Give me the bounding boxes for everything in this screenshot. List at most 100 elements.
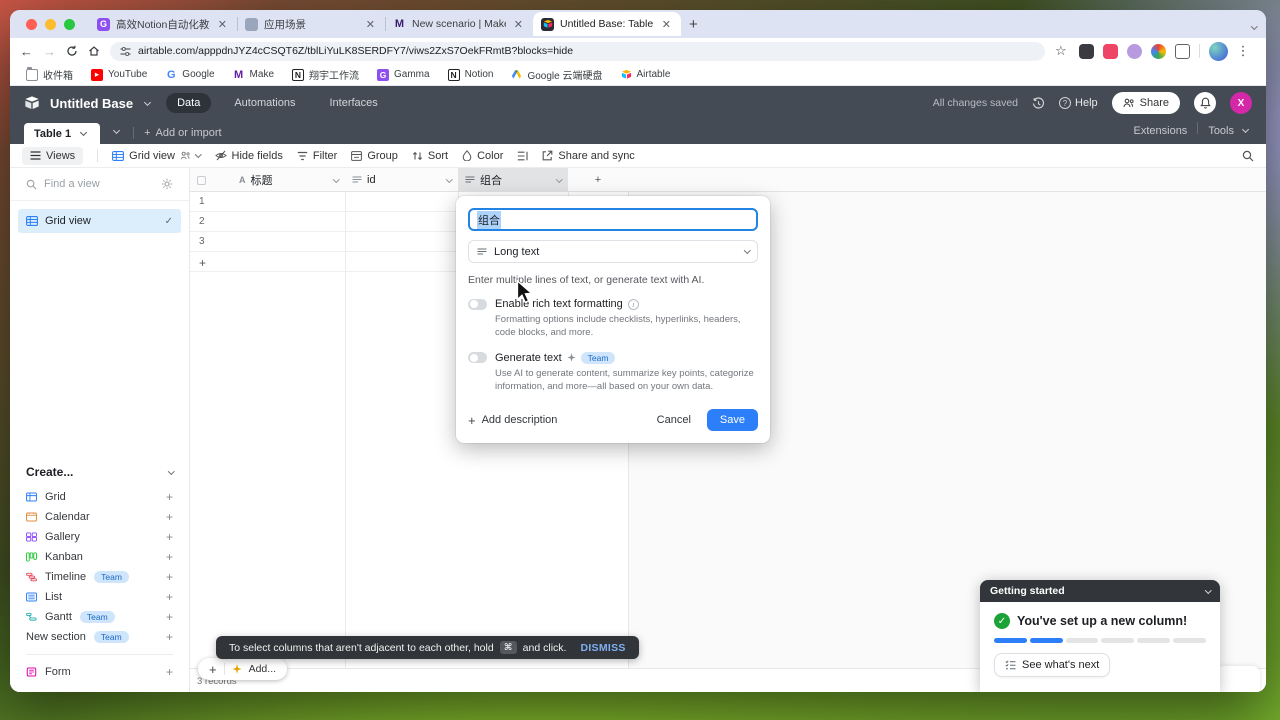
field-menu-chevron-icon[interactable] bbox=[333, 176, 339, 182]
add-view-icon[interactable]: + bbox=[166, 665, 173, 679]
extensions-button[interactable]: Extensions bbox=[1134, 125, 1188, 137]
add-view-icon[interactable]: + bbox=[166, 490, 173, 504]
gear-icon[interactable] bbox=[161, 178, 173, 190]
add-section-icon[interactable]: + bbox=[166, 630, 173, 644]
filter-button[interactable]: Filter bbox=[297, 150, 337, 162]
bookmark-youtube[interactable]: ▸YouTube bbox=[91, 69, 147, 81]
fullscreen-window-button[interactable] bbox=[64, 19, 75, 30]
create-header[interactable]: Create... bbox=[10, 465, 189, 479]
extension-icon-1[interactable] bbox=[1079, 44, 1094, 59]
tools-button[interactable]: Tools bbox=[1208, 125, 1252, 137]
share-button[interactable]: Share bbox=[1112, 92, 1180, 114]
rich-text-toggle[interactable] bbox=[468, 299, 487, 310]
generate-text-toggle[interactable] bbox=[468, 352, 487, 363]
bookmark-drive[interactable]: Google 云端硬盘 bbox=[511, 67, 602, 82]
nav-tab-interfaces[interactable]: Interfaces bbox=[318, 93, 388, 113]
close-window-button[interactable] bbox=[26, 19, 37, 30]
collapse-chevron-icon[interactable] bbox=[1205, 587, 1211, 593]
create-item-gantt[interactable]: Gantt Team + bbox=[10, 607, 189, 627]
help-button[interactable]: ?Help bbox=[1059, 97, 1098, 109]
column-header-title[interactable]: A 标题 bbox=[232, 168, 345, 192]
field-menu-chevron-icon[interactable] bbox=[556, 176, 562, 182]
browser-tab-active[interactable]: Untitled Base: Table 1 - Airta ✕ bbox=[533, 12, 681, 36]
extensions-puzzle-icon[interactable] bbox=[1175, 44, 1190, 59]
create-item-list[interactable]: List+ bbox=[10, 587, 189, 607]
bookmark-workflow[interactable]: N翔宇工作流 bbox=[292, 67, 359, 82]
see-whats-next-button[interactable]: See what's next bbox=[994, 653, 1110, 677]
getting-started-header[interactable]: Getting started bbox=[980, 580, 1220, 602]
window-controls[interactable] bbox=[26, 19, 75, 30]
field-type-select[interactable]: Long text bbox=[468, 240, 758, 263]
bookmark-make[interactable]: MMake bbox=[233, 69, 274, 81]
search-icon[interactable] bbox=[1242, 150, 1254, 162]
airtable-logo[interactable] bbox=[24, 95, 40, 111]
column-header-id[interactable]: id bbox=[345, 168, 458, 192]
table-tab-active[interactable]: Table 1 bbox=[24, 123, 100, 144]
add-view-icon[interactable]: + bbox=[166, 590, 173, 604]
create-item-timeline[interactable]: Timeline Team + bbox=[10, 567, 189, 587]
select-all-checkbox[interactable] bbox=[190, 168, 232, 192]
views-button[interactable]: Views bbox=[22, 147, 83, 165]
save-button[interactable]: Save bbox=[707, 409, 758, 431]
browser-tab-3[interactable]: M New scenario | Make ✕ bbox=[385, 12, 533, 36]
table-list-chevron-icon[interactable] bbox=[110, 120, 123, 138]
add-view-icon[interactable]: + bbox=[166, 510, 173, 524]
forward-icon[interactable]: → bbox=[43, 44, 56, 59]
new-tab-button[interactable]: + bbox=[689, 16, 698, 33]
browser-tab-1[interactable]: G 高效Notion自动化教程：| Gan ✕ bbox=[89, 12, 237, 36]
bookmark-airtable[interactable]: Airtable bbox=[621, 69, 671, 80]
add-view-icon[interactable]: + bbox=[166, 610, 173, 624]
create-item-kanban[interactable]: Kanban+ bbox=[10, 547, 189, 567]
hide-fields-button[interactable]: Hide fields bbox=[215, 150, 283, 162]
bookmark-notion[interactable]: NNotion bbox=[448, 69, 494, 81]
column-header-combo[interactable]: 组合 bbox=[458, 168, 568, 192]
url-bar[interactable]: airtable.com/apppdnJYZ4cCSQT6Z/tblLiYuLK… bbox=[110, 42, 1045, 61]
tab-close-icon[interactable]: ✕ bbox=[216, 18, 229, 31]
create-item-gallery[interactable]: Gallery+ bbox=[10, 527, 189, 547]
create-item-form[interactable]: Form+ bbox=[10, 662, 189, 682]
base-name[interactable]: Untitled Base bbox=[50, 96, 133, 111]
reload-icon[interactable] bbox=[66, 45, 78, 57]
table-menu-chevron-icon[interactable] bbox=[80, 128, 87, 135]
chrome-menu-icon[interactable]: ⋮ bbox=[1237, 43, 1250, 59]
bookmark-google[interactable]: GGoogle bbox=[165, 69, 214, 81]
row-height-button[interactable] bbox=[517, 151, 528, 161]
group-button[interactable]: Group bbox=[351, 150, 398, 162]
base-menu-chevron-icon[interactable] bbox=[144, 98, 151, 105]
add-view-icon[interactable]: + bbox=[166, 570, 173, 584]
tab-search-icon[interactable] bbox=[1252, 15, 1257, 33]
tab-close-icon[interactable]: ✕ bbox=[512, 18, 525, 31]
find-view-search[interactable]: Find a view bbox=[10, 178, 189, 201]
sidebar-view-grid[interactable]: Grid view ✓ bbox=[18, 209, 181, 233]
tab-close-icon[interactable]: ✕ bbox=[660, 18, 673, 31]
cancel-button[interactable]: Cancel bbox=[647, 409, 701, 431]
nav-tab-data[interactable]: Data bbox=[166, 93, 211, 113]
dismiss-button[interactable]: DISMISS bbox=[580, 642, 625, 654]
sort-button[interactable]: Sort bbox=[412, 150, 448, 162]
color-button[interactable]: Color bbox=[462, 150, 503, 162]
minimize-window-button[interactable] bbox=[45, 19, 56, 30]
share-and-sync-button[interactable]: Share and sync bbox=[542, 150, 634, 162]
extension-icon-4[interactable] bbox=[1151, 44, 1166, 59]
field-name-input[interactable]: 组合 bbox=[468, 208, 758, 231]
back-icon[interactable]: ← bbox=[20, 44, 33, 59]
browser-tab-2[interactable]: 应用场景 ✕ bbox=[237, 12, 385, 36]
tab-close-icon[interactable]: ✕ bbox=[364, 18, 377, 31]
create-item-grid[interactable]: Grid+ bbox=[10, 487, 189, 507]
add-view-icon[interactable]: + bbox=[166, 530, 173, 544]
bookmark-gamma[interactable]: GGamma bbox=[377, 69, 430, 81]
chrome-profile-avatar[interactable] bbox=[1209, 42, 1228, 61]
history-icon[interactable] bbox=[1032, 97, 1045, 110]
notifications-button[interactable] bbox=[1194, 92, 1216, 114]
create-item-calendar[interactable]: Calendar+ bbox=[10, 507, 189, 527]
extension-icon-2[interactable] bbox=[1103, 44, 1118, 59]
add-description-button[interactable]: + Add description bbox=[468, 413, 557, 428]
add-view-icon[interactable]: + bbox=[166, 550, 173, 564]
field-menu-chevron-icon[interactable] bbox=[446, 176, 452, 182]
add-record-pill[interactable]: + Add... bbox=[198, 658, 287, 680]
user-avatar[interactable]: X bbox=[1230, 92, 1252, 114]
bookmark-star-icon[interactable]: ☆ bbox=[1055, 43, 1067, 59]
info-icon[interactable]: i bbox=[628, 299, 639, 310]
add-field-button[interactable]: + bbox=[568, 168, 628, 192]
grid-view-selector[interactable]: Grid view bbox=[112, 150, 200, 162]
